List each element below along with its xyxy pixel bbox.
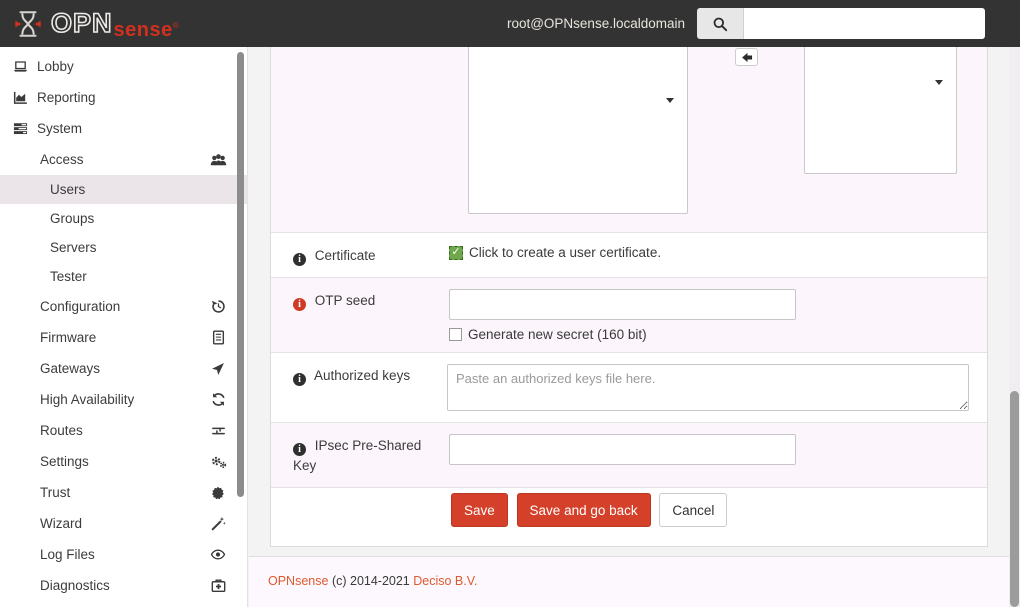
- sidebar-item-system[interactable]: System: [0, 113, 247, 144]
- area-chart-icon: [12, 90, 29, 105]
- certificate-label: Certificate: [315, 248, 376, 263]
- copyright-text: (c) 2014-2021: [332, 574, 410, 588]
- sidebar-nav: Lobby Reporting System Access Users Grou…: [0, 47, 248, 607]
- otp-seed-input[interactable]: [449, 289, 796, 320]
- lobby-icon: [12, 59, 29, 74]
- sidebar-item-lobby[interactable]: Lobby: [0, 51, 247, 82]
- history-icon: [209, 299, 227, 314]
- not-member-of-listbox[interactable]: [468, 47, 688, 214]
- sidebar-item-trust[interactable]: Trust: [0, 477, 247, 508]
- chevron-down-icon: [935, 80, 943, 85]
- sidebar-scrollbar-thumb[interactable]: [237, 52, 244, 497]
- page-footer: OPNsense (c) 2014-2021 Deciso B.V.: [249, 556, 1009, 607]
- sidebar-item-access[interactable]: Access: [0, 144, 247, 175]
- magic-wand-icon: [209, 516, 227, 531]
- page-scrollbar-thumb[interactable]: [1010, 391, 1019, 607]
- top-header: OPNsense® root@OPNsense.localdomain: [0, 0, 1020, 47]
- certificate-checkbox-label: Click to create a user certificate.: [469, 245, 661, 260]
- search-input[interactable]: [744, 8, 985, 39]
- gears-icon: [209, 454, 227, 469]
- info-icon-red[interactable]: i: [293, 298, 306, 311]
- sidebar-item-tester[interactable]: Tester: [0, 262, 247, 291]
- global-search: [697, 8, 985, 39]
- sidebar-item-wizard[interactable]: Wizard: [0, 508, 247, 539]
- sidebar-item-diagnostics[interactable]: Diagnostics: [0, 570, 247, 601]
- sidebar-item-groups[interactable]: Groups: [0, 204, 247, 233]
- save-and-go-back-button[interactable]: Save and go back: [517, 493, 651, 527]
- medkit-icon: [209, 578, 227, 593]
- routes-icon: [209, 424, 227, 438]
- ipsec-psk-label: IPsec Pre-Shared Key: [293, 438, 421, 473]
- sidebar-item-servers[interactable]: Servers: [0, 233, 247, 262]
- user-edit-form-panel: i Certificate Click to create a user cer…: [270, 47, 988, 547]
- opnsense-footer-link[interactable]: OPNsense: [268, 574, 328, 588]
- certificate-checkbox[interactable]: [449, 246, 463, 260]
- deciso-footer-link[interactable]: Deciso B.V.: [413, 574, 477, 588]
- authorized-keys-label: Authorized keys: [314, 368, 410, 383]
- search-icon: [697, 8, 744, 39]
- otp-seed-label: OTP seed: [315, 293, 376, 308]
- sidebar-item-configuration[interactable]: Configuration: [0, 291, 247, 322]
- sidebar-item-firmware[interactable]: Firmware: [0, 322, 247, 353]
- move-to-member-button[interactable]: [735, 48, 758, 66]
- member-of-listbox[interactable]: [804, 47, 957, 174]
- chevron-down-icon: [666, 98, 674, 103]
- form-actions-row: Save Save and go back Cancel: [271, 487, 987, 543]
- sidebar-item-users[interactable]: Users: [0, 175, 247, 204]
- refresh-icon: [209, 392, 227, 407]
- ipsec-psk-row: i IPsec Pre-Shared Key: [271, 422, 987, 487]
- save-button[interactable]: Save: [451, 493, 508, 527]
- generate-secret-checkbox[interactable]: [449, 328, 462, 341]
- eye-icon: [209, 548, 227, 561]
- hourglass-logo-icon: [12, 8, 44, 40]
- location-arrow-icon: [209, 362, 227, 376]
- cancel-button[interactable]: Cancel: [659, 493, 727, 527]
- authorized-keys-row: i Authorized keys: [271, 352, 987, 422]
- generate-secret-label: Generate new secret (160 bit): [468, 327, 647, 342]
- page-scrollbar-track[interactable]: [1009, 47, 1020, 607]
- arrow-left-icon: [741, 52, 753, 63]
- firmware-list-icon: [209, 330, 227, 345]
- sidebar-item-settings[interactable]: Settings: [0, 446, 247, 477]
- certificate-row: i Certificate Click to create a user cer…: [271, 232, 987, 277]
- sidebar-item-routes[interactable]: Routes: [0, 415, 247, 446]
- info-icon[interactable]: i: [293, 253, 306, 266]
- logo-text-sense: sense: [114, 19, 173, 41]
- authorized-keys-textarea[interactable]: [447, 364, 969, 411]
- sidebar-item-high-availability[interactable]: High Availability: [0, 384, 247, 415]
- certificate-seal-icon: [209, 486, 227, 500]
- otp-seed-row: i OTP seed Generate new secret (160 bit): [271, 277, 987, 352]
- logo-registered-mark: ®: [173, 21, 179, 30]
- sidebar-item-reporting[interactable]: Reporting: [0, 82, 247, 113]
- opnsense-logo[interactable]: OPNsense®: [12, 8, 179, 40]
- info-icon[interactable]: i: [293, 443, 306, 456]
- ipsec-psk-input[interactable]: [449, 434, 796, 465]
- users-icon: [209, 153, 227, 167]
- sidebar-item-log-files[interactable]: Log Files: [0, 539, 247, 570]
- logo-text-opn: OPN: [51, 8, 113, 38]
- tasks-icon: [12, 121, 29, 136]
- info-icon[interactable]: i: [293, 373, 306, 386]
- logged-in-user: root@OPNsense.localdomain: [507, 16, 685, 31]
- group-membership-row: [271, 47, 987, 232]
- sidebar-item-gateways[interactable]: Gateways: [0, 353, 247, 384]
